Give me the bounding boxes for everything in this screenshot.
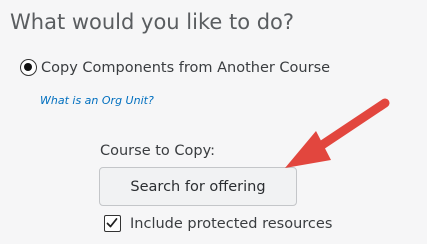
red-arrow-icon bbox=[285, 98, 390, 168]
org-unit-help-link[interactable]: What is an Org Unit? bbox=[40, 94, 154, 107]
copy-components-option[interactable]: Copy Components from Another Course bbox=[20, 59, 330, 76]
checkbox-checked-icon[interactable] bbox=[104, 215, 121, 232]
include-protected-resources-option[interactable]: Include protected resources bbox=[104, 215, 332, 232]
course-to-copy-label: Course to Copy: bbox=[100, 143, 216, 159]
radio-selected-icon[interactable] bbox=[20, 59, 37, 76]
include-protected-resources-label[interactable]: Include protected resources bbox=[130, 216, 332, 232]
copy-components-label[interactable]: Copy Components from Another Course bbox=[41, 60, 330, 76]
page-title: What would you like to do? bbox=[10, 10, 295, 34]
search-for-offering-button[interactable]: Search for offering bbox=[99, 167, 297, 206]
